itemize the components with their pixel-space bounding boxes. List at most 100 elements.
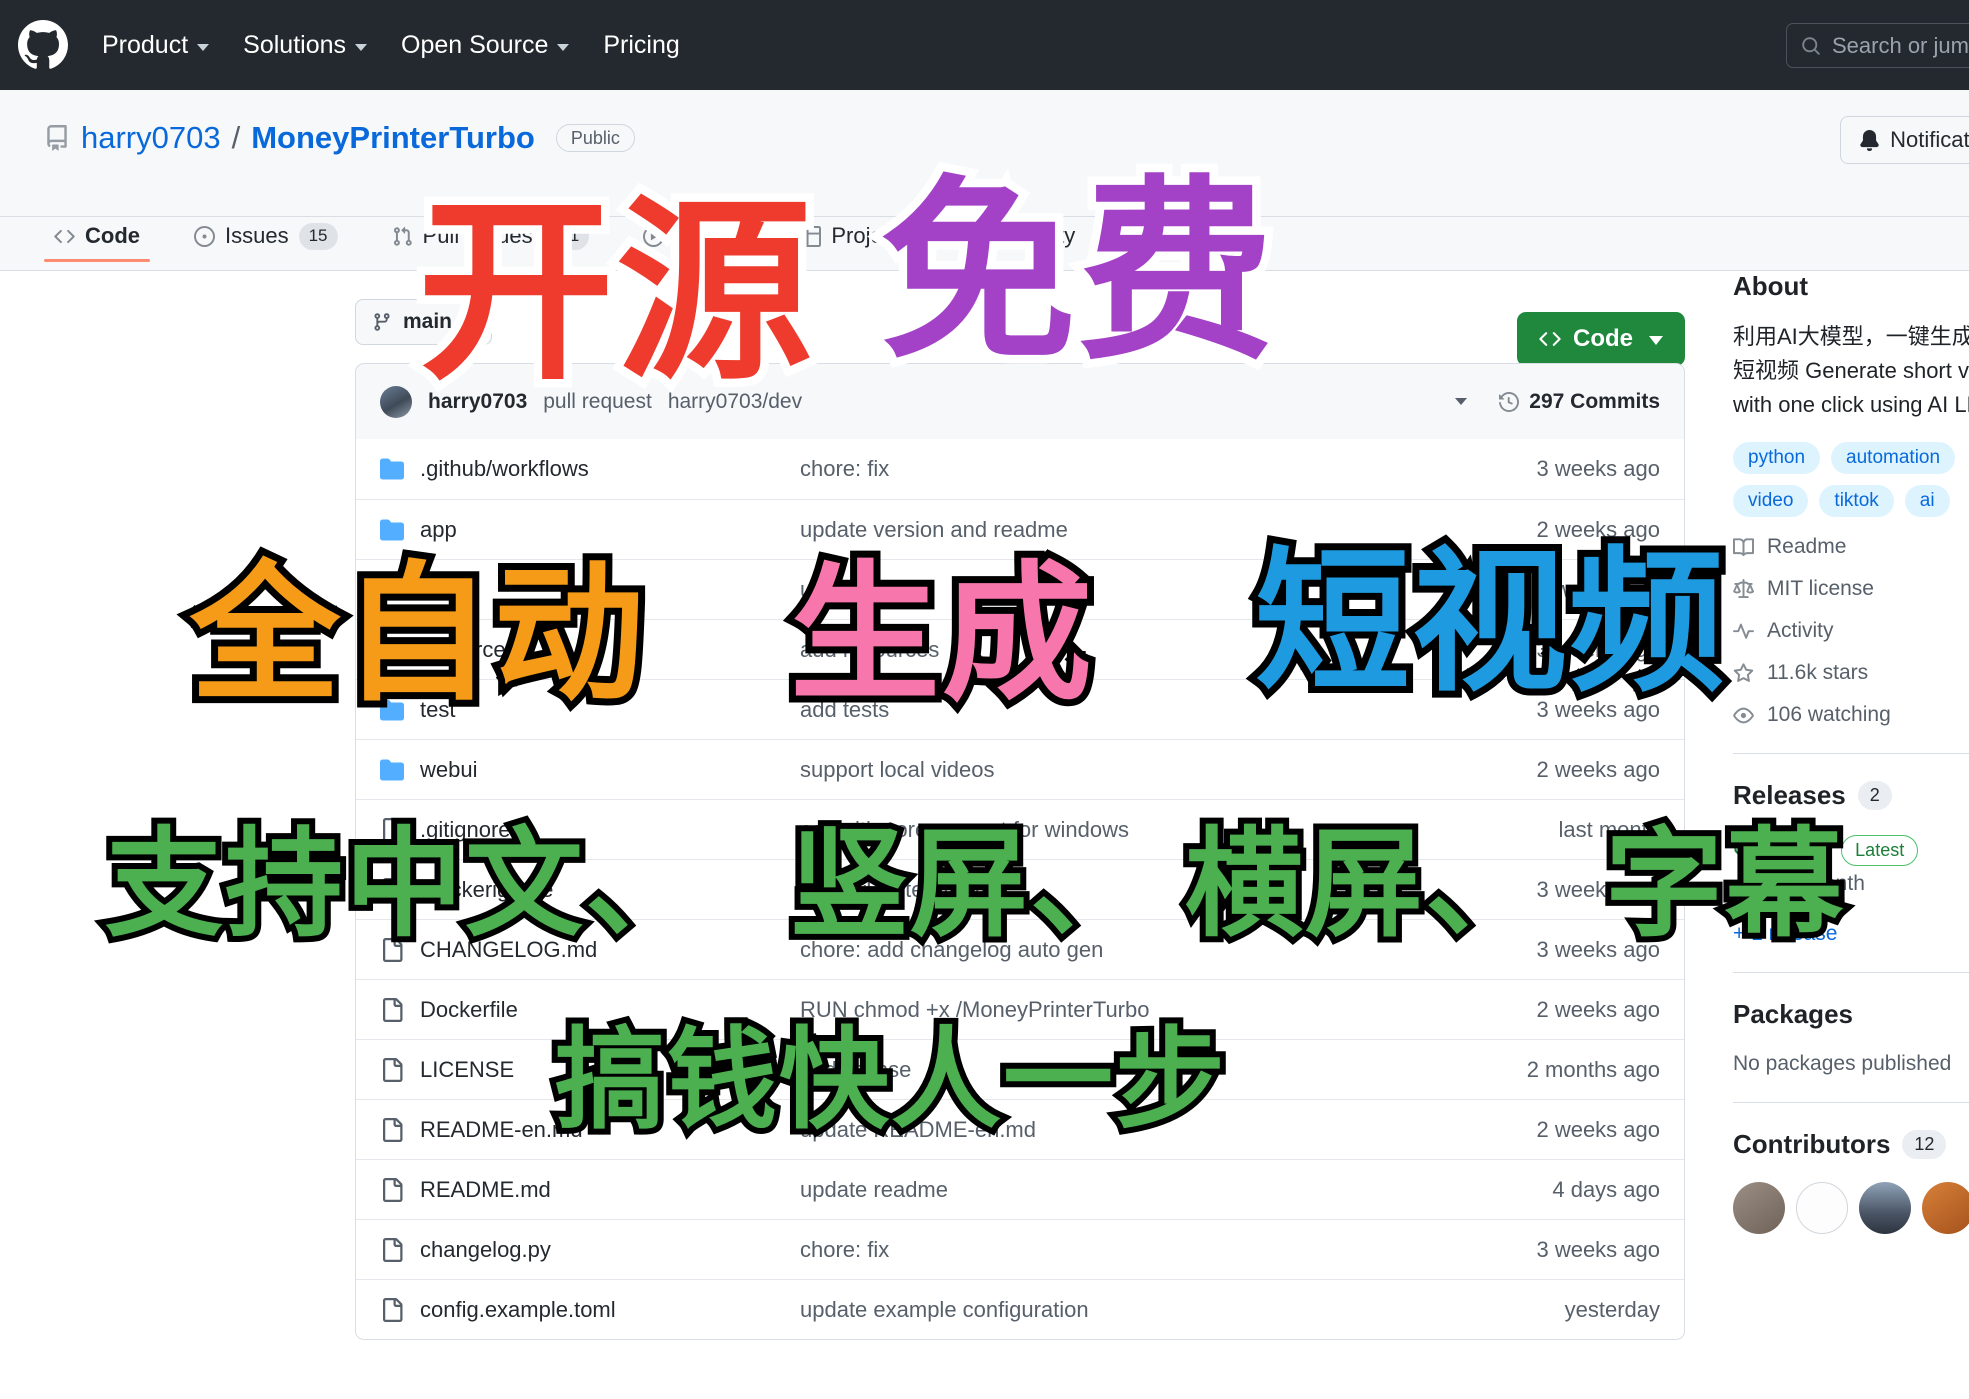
- commit-message-cell[interactable]: add tests: [800, 697, 1440, 723]
- commit-message-cell[interactable]: chore: add changelog auto gen: [800, 937, 1440, 963]
- avatar[interactable]: [1859, 1181, 1911, 1234]
- search-placeholder: Search or jump to...: [1832, 32, 1969, 58]
- nav-item-solutions[interactable]: Solutions: [243, 31, 368, 60]
- file-name-cell[interactable]: docs: [380, 577, 800, 603]
- topic-tag[interactable]: automation: [1831, 442, 1956, 475]
- repo-name-link[interactable]: MoneyPrinterTurbo: [251, 120, 535, 156]
- commit-time-cell: 3 weeks ago: [1536, 636, 1660, 662]
- table-row[interactable]: Dockerfile RUN chmod +x /MoneyPrinterTurb…: [356, 979, 1684, 1039]
- git-branch-icon: [374, 313, 390, 331]
- tab-code[interactable]: Code: [44, 217, 150, 262]
- tab-label: Issues: [225, 223, 289, 249]
- file-icon: [380, 877, 404, 902]
- notifications-button[interactable]: Notifications: [1840, 116, 1969, 164]
- avatar[interactable]: [1922, 1181, 1969, 1234]
- topic-tag[interactable]: video: [1733, 485, 1809, 518]
- tab-issues[interactable]: Issues 15: [184, 217, 348, 263]
- file-name: LICENSE: [420, 1056, 515, 1082]
- table-row[interactable]: .gitignore add gitignore support for wind…: [356, 799, 1684, 859]
- commit-author[interactable]: harry0703: [428, 390, 527, 414]
- nav-item-open-source[interactable]: Open Source: [401, 31, 570, 60]
- global-search-input[interactable]: Search or jump to...: [1786, 23, 1969, 68]
- release-date: last month: [1768, 871, 1865, 895]
- table-icon: [800, 225, 822, 247]
- book-icon: [1733, 538, 1754, 556]
- file-name-cell[interactable]: LICENSE: [380, 1057, 800, 1083]
- table-row[interactable]: webui support local videos 2 weeks ago: [356, 739, 1684, 799]
- commit-message-cell[interactable]: update README-en.md: [800, 1117, 1440, 1143]
- nav-item-product[interactable]: Product: [102, 31, 210, 60]
- file-name-cell[interactable]: .gitignore: [380, 817, 800, 843]
- tab-projects[interactable]: Projects: [790, 217, 920, 262]
- table-row[interactable]: app update version and readme 2 weeks ago: [356, 499, 1684, 559]
- table-row[interactable]: test add tests 3 weeks ago: [356, 679, 1684, 739]
- commit-message-cell[interactable]: add resources: [800, 637, 1440, 663]
- commit-history-link[interactable]: 297 Commits: [1455, 390, 1660, 414]
- file-name-cell[interactable]: changelog.py: [380, 1237, 800, 1263]
- commit-message-cell[interactable]: support local videos: [800, 757, 1440, 783]
- commit-message-cell[interactable]: update readme: [800, 1177, 1440, 1203]
- commit-message-cell[interactable]: RUN chmod +x /MoneyPrinterTurbo: [800, 997, 1440, 1023]
- avatar[interactable]: [1796, 1181, 1848, 1234]
- about-heading: About: [1733, 271, 1809, 301]
- github-mark-icon[interactable]: [18, 20, 68, 70]
- folder-icon: [380, 638, 404, 662]
- commit-time-cell: 2 weeks ago: [1536, 756, 1660, 782]
- file-name-cell[interactable]: Dockerfile: [380, 997, 800, 1023]
- file-name-cell[interactable]: app: [380, 517, 800, 543]
- table-row[interactable]: LICENSE add license 2 months ago: [356, 1039, 1684, 1099]
- topic-tag[interactable]: python: [1733, 442, 1821, 475]
- commit-message[interactable]: pull request: [543, 390, 652, 414]
- sidebar-link-watching[interactable]: 106 watching: [1733, 703, 1969, 727]
- table-row[interactable]: changelog.py chore: fix 3 weeks ago: [356, 1219, 1684, 1279]
- chevron-down-icon: [197, 43, 210, 51]
- table-row[interactable]: resource add resources 3 weeks ago: [356, 619, 1684, 679]
- tab-pull-requests[interactable]: Pull requests 1: [382, 217, 600, 263]
- topic-tag[interactable]: ai: [1904, 485, 1950, 518]
- table-row[interactable]: CHANGELOG.md chore: add changelog auto ge…: [356, 919, 1684, 979]
- more-releases-link[interactable]: + 1 release: [1733, 922, 1969, 946]
- sidebar-link-activity[interactable]: Activity: [1733, 619, 1969, 643]
- nav-item-pricing[interactable]: Pricing: [603, 31, 679, 60]
- file-name-cell[interactable]: README-en.md: [380, 1117, 800, 1143]
- tab-actions[interactable]: Actions: [633, 217, 756, 262]
- file-name-cell[interactable]: test: [380, 697, 800, 723]
- topic-list: python automation video tiktok ai: [1733, 442, 1969, 518]
- commit-message-cell[interactable]: update version and readme: [800, 517, 1440, 543]
- file-name-cell[interactable]: README.md: [380, 1177, 800, 1203]
- commit-message-cell[interactable]: MoneyPrinterTurbo: [800, 877, 1440, 903]
- sidebar-link-license[interactable]: MIT license: [1733, 577, 1969, 601]
- table-row[interactable]: .github/workflows chore: fix 3 weeks ago: [356, 439, 1684, 499]
- topic-tag[interactable]: tiktok: [1819, 485, 1894, 518]
- commit-message-cell[interactable]: update docs: [800, 577, 1440, 603]
- sidebar-link-readme[interactable]: Readme: [1733, 535, 1969, 559]
- avatar[interactable]: [1733, 1181, 1785, 1234]
- table-row[interactable]: config.example.toml update example config…: [356, 1279, 1684, 1339]
- file-name-cell[interactable]: resource: [380, 637, 800, 663]
- folder-icon: [380, 699, 404, 720]
- branch-selector-button[interactable]: main: [355, 299, 493, 345]
- file-name-cell[interactable]: CHANGELOG.md: [380, 937, 800, 963]
- code-download-button[interactable]: Code: [1517, 312, 1685, 366]
- commit-message-cell[interactable]: chore: fix: [800, 1237, 1440, 1263]
- release-item[interactable]: v1.1.2 Latest: [1733, 835, 1969, 866]
- repo-main-content: main Code harry0703 pull request harry07…: [0, 271, 1969, 1399]
- file-icon: [380, 1297, 404, 1322]
- file-name-cell[interactable]: config.example.toml: [380, 1297, 800, 1323]
- file-name-cell[interactable]: .dockerignore: [380, 877, 800, 903]
- repo-owner-link[interactable]: harry0703: [81, 120, 221, 156]
- table-row[interactable]: docs update docs 3 weeks ago: [356, 559, 1684, 619]
- table-row[interactable]: README-en.md update README-en.md 2 weeks a…: [356, 1099, 1684, 1159]
- commit-message-cell[interactable]: chore: fix: [800, 456, 1440, 482]
- table-row[interactable]: README.md update readme 4 days ago: [356, 1159, 1684, 1219]
- file-name-cell[interactable]: webui: [380, 757, 800, 783]
- file-name-cell[interactable]: .github/workflows: [380, 456, 800, 482]
- commit-message-cell[interactable]: add gitignore support for windows: [800, 817, 1440, 843]
- commit-branch-ref[interactable]: harry0703/dev: [668, 390, 802, 414]
- commit-message-cell[interactable]: update example configuration: [800, 1297, 1440, 1323]
- commit-message-cell[interactable]: add license: [800, 1057, 1440, 1083]
- tab-insights[interactable]: Insights: [1119, 217, 1246, 262]
- sidebar-link-stars[interactable]: 11.6k stars: [1733, 661, 1969, 685]
- tab-security[interactable]: Security: [955, 217, 1085, 262]
- table-row[interactable]: .dockerignore MoneyPrinterTurbo 3 weeks ag…: [356, 859, 1684, 919]
